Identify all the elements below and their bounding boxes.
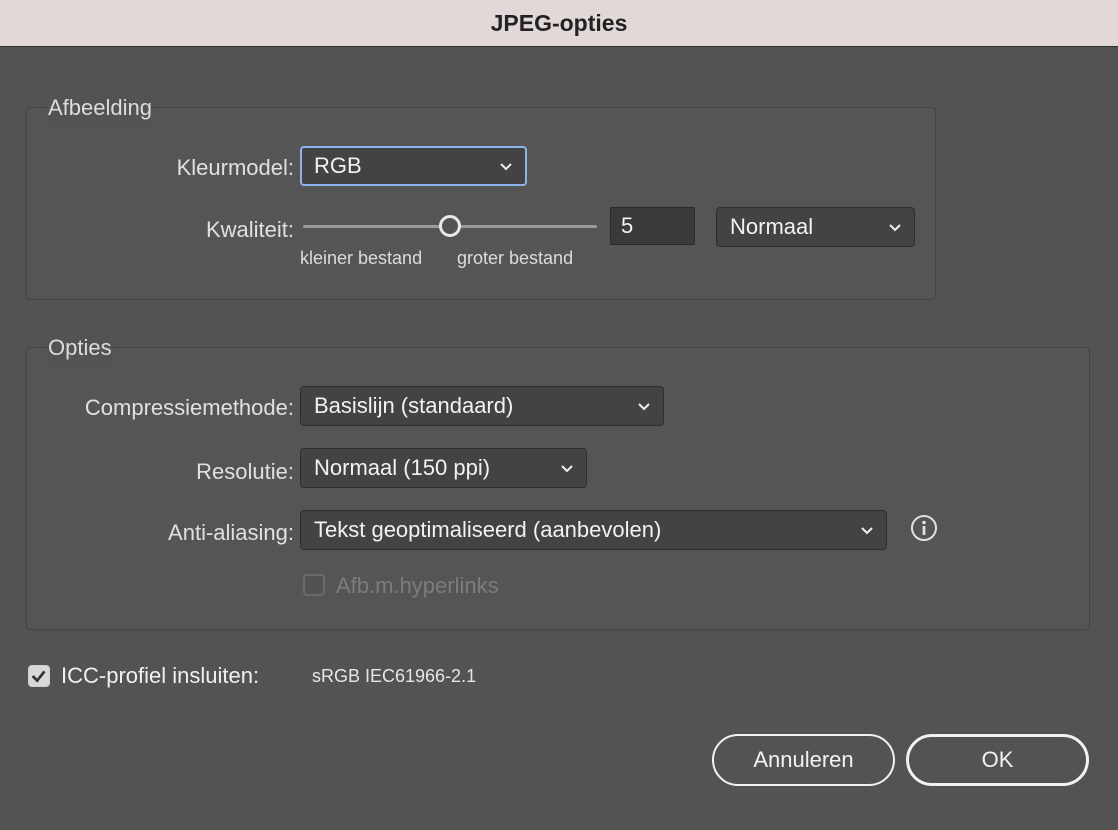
quality-value: 5 bbox=[621, 213, 634, 238]
compression-select[interactable]: Basislijn (standaard) bbox=[300, 386, 664, 426]
image-group-title: Afbeelding bbox=[46, 95, 154, 121]
cancel-button[interactable]: Annuleren bbox=[712, 734, 895, 786]
quality-slider-thumb[interactable] bbox=[439, 215, 461, 237]
anti-aliasing-select[interactable]: Tekst geoptimaliseerd (aanbevolen) bbox=[300, 510, 887, 550]
resolution-label: Resolutie: bbox=[196, 459, 294, 484]
color-model-value: RGB bbox=[314, 153, 362, 178]
info-icon[interactable] bbox=[910, 514, 938, 542]
quality-max-caption: groter bestand bbox=[457, 248, 574, 268]
color-model-select[interactable]: RGB bbox=[300, 146, 527, 186]
chevron-down-icon bbox=[861, 527, 873, 535]
quality-value-input[interactable]: 5 bbox=[610, 207, 695, 245]
anti-aliasing-label: Anti-aliasing: bbox=[168, 520, 294, 545]
dialog-titlebar: JPEG-opties bbox=[0, 0, 1118, 47]
ok-button-label: OK bbox=[981, 747, 1014, 772]
image-group bbox=[26, 107, 936, 300]
ok-button[interactable]: OK bbox=[906, 734, 1089, 786]
checkmark-icon bbox=[31, 670, 46, 683]
quality-preset-select[interactable]: Normaal bbox=[716, 207, 915, 247]
icc-profile-checkbox[interactable] bbox=[28, 665, 50, 687]
hyperlinks-checkbox[interactable] bbox=[303, 574, 325, 596]
chevron-down-icon bbox=[500, 163, 512, 171]
dialog-title: JPEG-opties bbox=[490, 9, 628, 36]
hyperlinks-label: Afb.m.hyperlinks bbox=[336, 573, 499, 598]
icc-profile-name: sRGB IEC61966-2.1 bbox=[312, 666, 477, 686]
chevron-down-icon bbox=[889, 224, 901, 232]
jpeg-options-dialog: JPEG-opties Afbeelding Kleurmodel: RGB K… bbox=[0, 0, 1118, 830]
icc-profile-label: ICC-profiel insluiten: bbox=[61, 663, 260, 688]
compression-label: Compressiemethode: bbox=[84, 395, 294, 420]
quality-min-caption: kleiner bestand bbox=[300, 248, 423, 268]
resolution-select[interactable]: Normaal (150 ppi) bbox=[300, 448, 587, 488]
color-model-label: Kleurmodel: bbox=[176, 155, 294, 180]
chevron-down-icon bbox=[638, 403, 650, 411]
quality-label: Kwaliteit: bbox=[205, 217, 294, 242]
compression-value: Basislijn (standaard) bbox=[314, 393, 514, 418]
chevron-down-icon bbox=[561, 465, 573, 473]
cancel-button-label: Annuleren bbox=[753, 747, 854, 772]
options-group-title: Opties bbox=[46, 335, 114, 361]
anti-aliasing-value: Tekst geoptimaliseerd (aanbevolen) bbox=[314, 517, 662, 542]
resolution-value: Normaal (150 ppi) bbox=[314, 455, 491, 480]
quality-preset-value: Normaal bbox=[730, 214, 814, 239]
